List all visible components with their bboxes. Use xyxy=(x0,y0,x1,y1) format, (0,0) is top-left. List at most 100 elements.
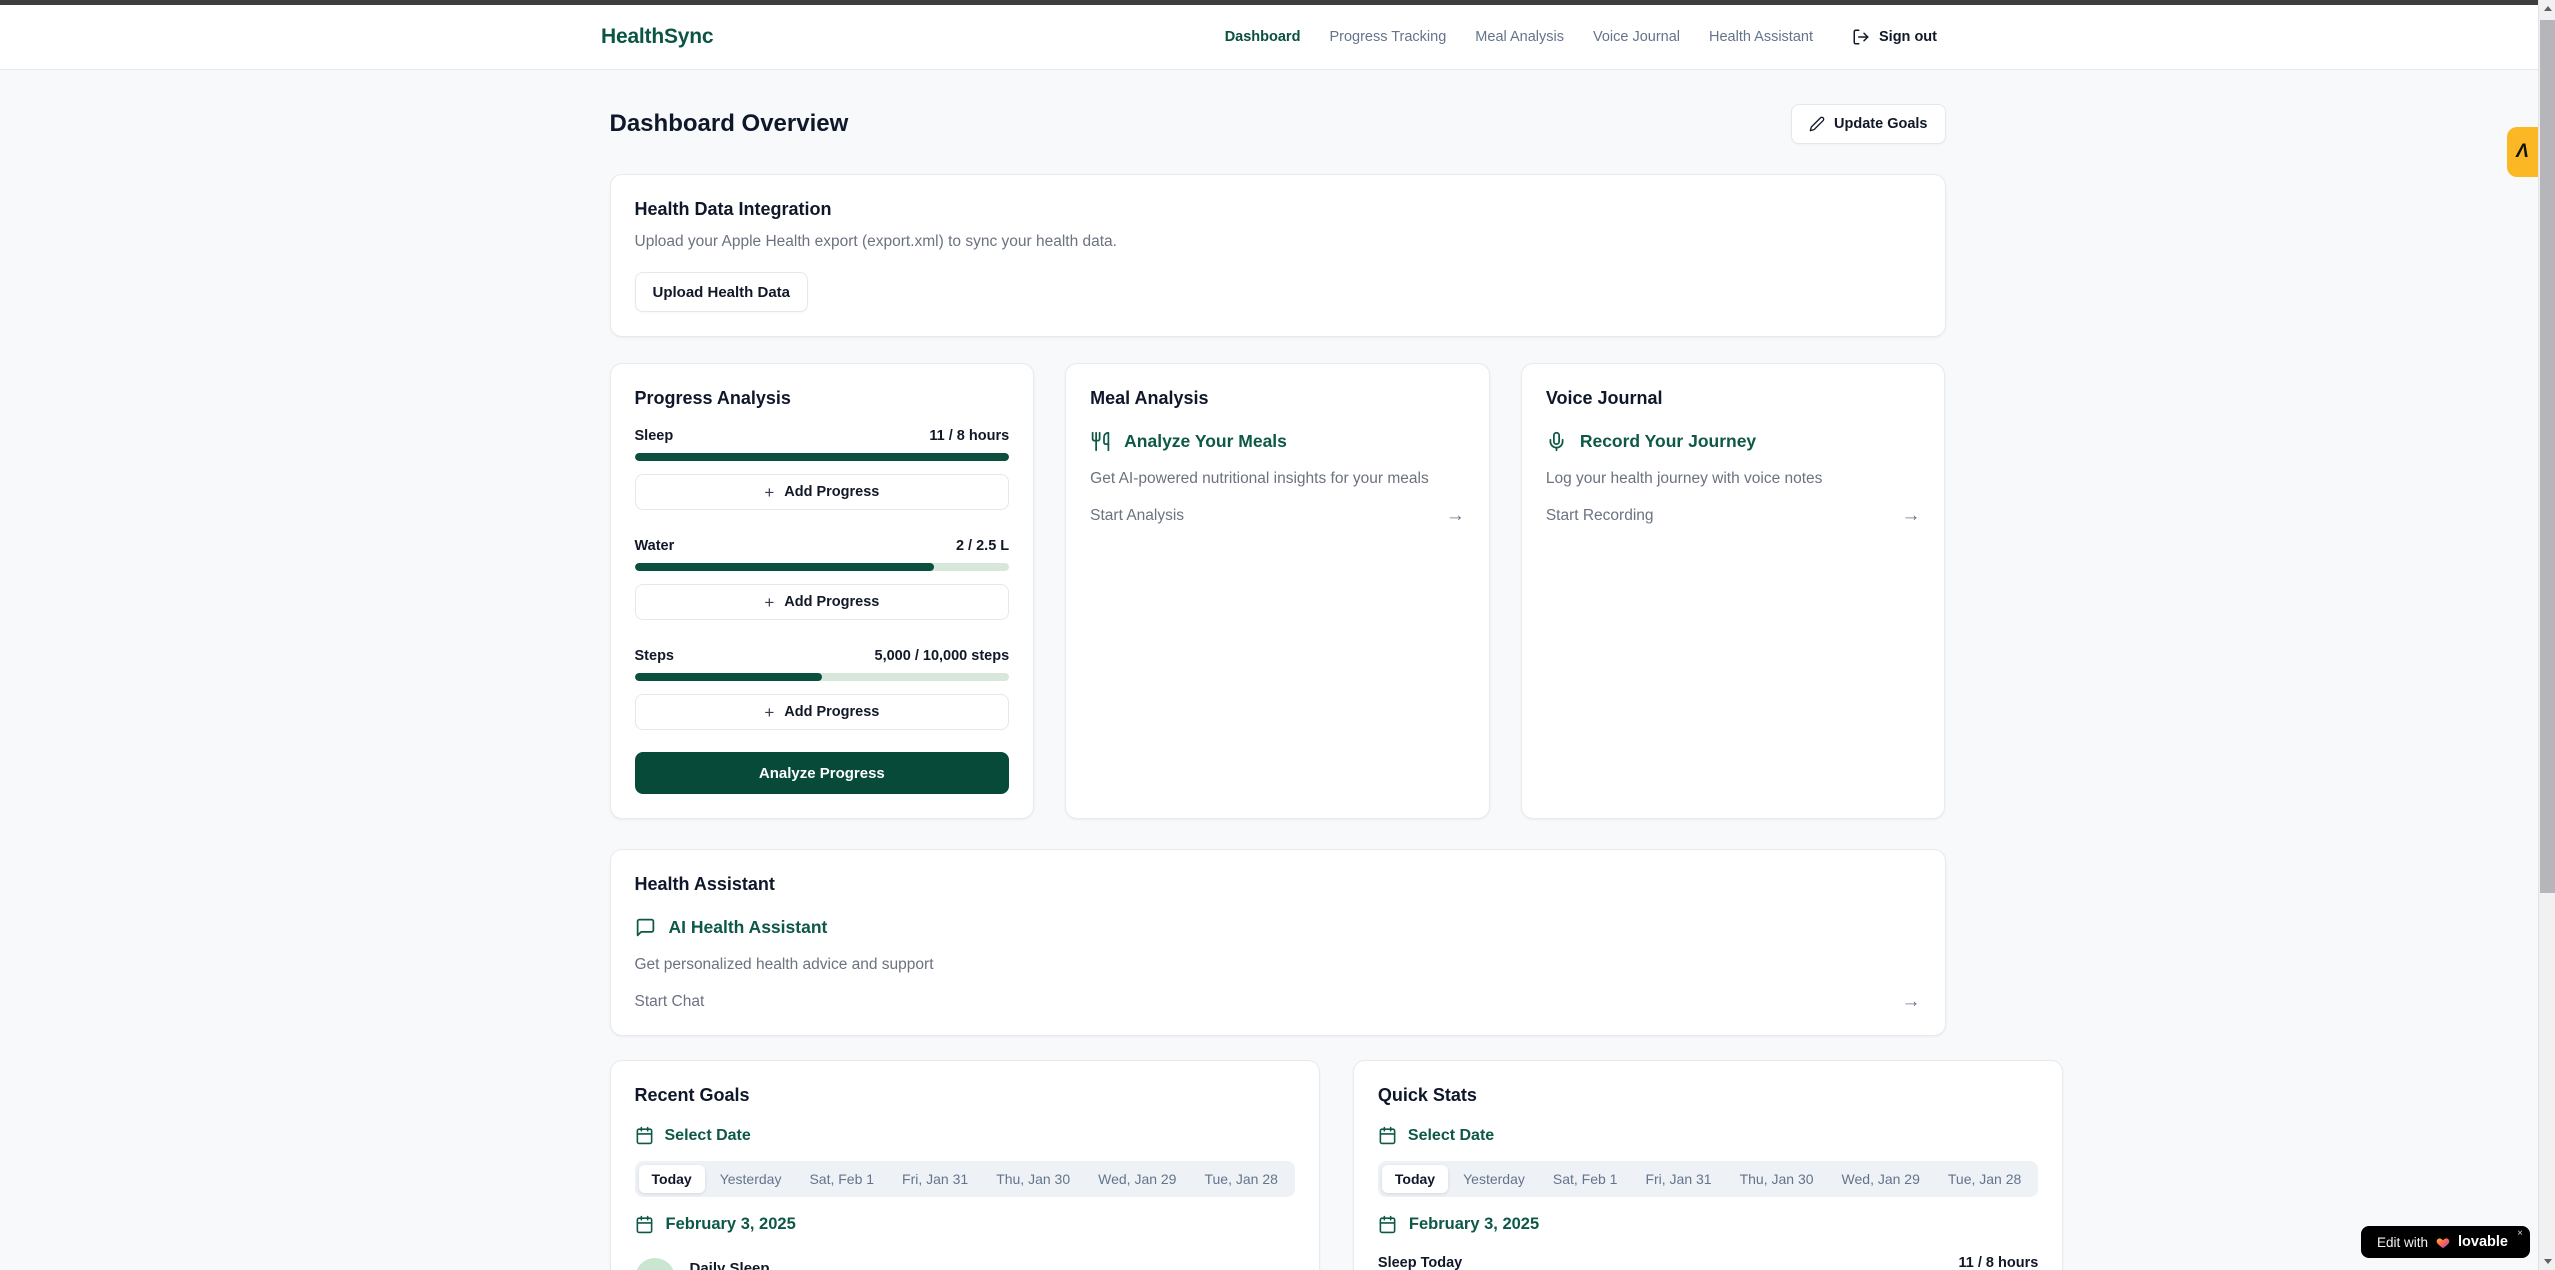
water-progress-fill xyxy=(635,563,935,571)
start-analysis-label: Start Analysis xyxy=(1090,507,1184,525)
voice-journal-card: Voice Journal Record Your Journey Log yo… xyxy=(1521,363,1946,819)
water-add-progress-button[interactable]: + Add Progress xyxy=(635,584,1010,620)
water-value: 2 / 2.5 L xyxy=(956,538,1009,554)
sign-out-button[interactable]: Sign out xyxy=(1852,28,1937,46)
quick-stats-title: Quick Stats xyxy=(1378,1085,2038,1106)
goal-name: Daily Sleep xyxy=(690,1260,770,1270)
tab-fri-jan-31[interactable]: Fri, Jan 31 xyxy=(1632,1165,1724,1193)
sleep-progress-fill xyxy=(635,453,1010,461)
start-chat-action[interactable]: Start Chat → xyxy=(635,992,1921,1011)
nav-health-assistant[interactable]: Health Assistant xyxy=(1709,29,1813,45)
meal-analysis-title: Meal Analysis xyxy=(1090,388,1465,409)
calendar-icon xyxy=(1378,1215,1397,1234)
tab-thu-jan-30[interactable]: Thu, Jan 30 xyxy=(983,1165,1083,1193)
steps-progress-fill xyxy=(635,673,822,681)
update-goals-button[interactable]: Update Goals xyxy=(1791,104,1945,144)
calendar-icon xyxy=(1378,1126,1397,1145)
heart-icon xyxy=(2435,1235,2451,1250)
sleep-add-progress-button[interactable]: + Add Progress xyxy=(635,474,1010,510)
recent-goals-date-tabs: Today Yesterday Sat, Feb 1 Fri, Jan 31 T… xyxy=(635,1161,1295,1197)
nav-voice-journal[interactable]: Voice Journal xyxy=(1593,29,1680,45)
tab-wed-jan-29[interactable]: Wed, Jan 29 xyxy=(1085,1165,1189,1193)
sign-out-label: Sign out xyxy=(1879,29,1937,45)
assistant-description: Get personalized health advice and suppo… xyxy=(635,956,1921,974)
tab-tue-jan-28[interactable]: Tue, Jan 28 xyxy=(1191,1165,1290,1193)
calendar-icon xyxy=(635,1215,654,1234)
arrow-right-icon: → xyxy=(1902,992,1921,1011)
progress-analysis-card: Progress Analysis Sleep 11 / 8 hours + A… xyxy=(610,363,1035,819)
plus-icon: + xyxy=(764,594,774,611)
scrollbar-down-button[interactable] xyxy=(2539,1253,2555,1270)
feedback-side-tab[interactable]: Λ xyxy=(2507,127,2538,177)
steps-add-progress-button[interactable]: + Add Progress xyxy=(635,694,1010,730)
main-content: Dashboard Overview Update Goals Health D… xyxy=(610,0,1946,1270)
upload-health-data-button[interactable]: Upload Health Data xyxy=(635,272,809,312)
water-progress-bar xyxy=(635,563,1010,571)
microphone-icon xyxy=(1546,431,1567,452)
tab-yesterday[interactable]: Yesterday xyxy=(707,1165,795,1193)
sleep-label: Sleep xyxy=(635,428,674,444)
check-circle xyxy=(635,1258,675,1270)
analyze-progress-button[interactable]: Analyze Progress xyxy=(635,752,1010,794)
tab-tue-jan-28[interactable]: Tue, Jan 28 xyxy=(1935,1165,2034,1193)
analyze-your-meals-label: Analyze Your Meals xyxy=(1124,431,1287,452)
progress-analysis-title: Progress Analysis xyxy=(635,388,1010,409)
calendar-icon xyxy=(635,1126,654,1145)
edit-with-lovable-badge[interactable]: Edit with lovable × xyxy=(2361,1226,2530,1258)
chat-bubble-icon xyxy=(635,917,656,938)
lovable-brand-label: lovable xyxy=(2458,1234,2508,1250)
tab-sat-feb-1[interactable]: Sat, Feb 1 xyxy=(1540,1165,1631,1193)
voice-description: Log your health journey with voice notes xyxy=(1546,470,1921,488)
steps-progress-bar xyxy=(635,673,1010,681)
nav-meal-analysis[interactable]: Meal Analysis xyxy=(1475,29,1564,45)
nav-progress-tracking[interactable]: Progress Tracking xyxy=(1329,29,1446,45)
log-out-icon xyxy=(1852,28,1870,46)
plus-icon: + xyxy=(764,704,774,721)
page-title: Dashboard Overview xyxy=(610,110,849,138)
sleep-goal-section: Sleep 11 / 8 hours + Add Progress xyxy=(635,428,1010,510)
up-arrow-icon xyxy=(2544,6,2552,11)
tab-today[interactable]: Today xyxy=(639,1165,705,1193)
start-recording-action[interactable]: Start Recording → xyxy=(1546,506,1921,525)
quick-stats-current-date[interactable]: February 3, 2025 xyxy=(1378,1215,2038,1234)
tab-thu-jan-30[interactable]: Thu, Jan 30 xyxy=(1727,1165,1827,1193)
tab-sat-feb-1[interactable]: Sat, Feb 1 xyxy=(796,1165,887,1193)
select-date-label: Select Date xyxy=(1408,1127,1494,1145)
current-date-label: February 3, 2025 xyxy=(666,1215,796,1234)
tab-fri-jan-31[interactable]: Fri, Jan 31 xyxy=(889,1165,981,1193)
analyze-your-meals-link[interactable]: Analyze Your Meals xyxy=(1090,431,1465,452)
water-goal-section: Water 2 / 2.5 L + Add Progress xyxy=(635,538,1010,620)
sleep-today-label: Sleep Today xyxy=(1378,1255,1462,1270)
scrollbar-up-button[interactable] xyxy=(2539,0,2555,17)
integration-description: Upload your Apple Health export (export.… xyxy=(635,233,1921,251)
vertical-scrollbar[interactable] xyxy=(2538,0,2555,1270)
start-chat-label: Start Chat xyxy=(635,993,705,1011)
recent-goals-card: Recent Goals Select Date Today Yesterday… xyxy=(610,1060,1320,1270)
sleep-progress-bar xyxy=(635,453,1010,461)
add-progress-label: Add Progress xyxy=(784,704,879,720)
close-icon[interactable]: × xyxy=(2517,1229,2523,1239)
steps-label: Steps xyxy=(635,648,675,664)
tab-wed-jan-29[interactable]: Wed, Jan 29 xyxy=(1829,1165,1933,1193)
ai-health-assistant-link[interactable]: AI Health Assistant xyxy=(635,917,1921,938)
voice-journal-title: Voice Journal xyxy=(1546,388,1921,409)
start-analysis-action[interactable]: Start Analysis → xyxy=(1090,506,1465,525)
tab-yesterday[interactable]: Yesterday xyxy=(1450,1165,1538,1193)
record-your-journey-link[interactable]: Record Your Journey xyxy=(1546,431,1921,452)
edit-with-label: Edit with xyxy=(2377,1235,2428,1250)
meal-analysis-card: Meal Analysis Analyze Your Meals Get AI-… xyxy=(1065,363,1490,819)
update-goals-label: Update Goals xyxy=(1834,116,1927,132)
tab-today[interactable]: Today xyxy=(1382,1165,1448,1193)
nav-dashboard[interactable]: Dashboard xyxy=(1225,29,1301,45)
add-progress-label: Add Progress xyxy=(784,594,879,610)
scrollbar-thumb[interactable] xyxy=(2540,20,2555,893)
recent-goals-current-date[interactable]: February 3, 2025 xyxy=(635,1215,1295,1234)
recent-goals-title: Recent Goals xyxy=(635,1085,1295,1106)
recent-goals-select-date[interactable]: Select Date xyxy=(635,1126,1295,1145)
quick-stats-select-date[interactable]: Select Date xyxy=(1378,1126,2038,1145)
quick-stats-date-tabs: Today Yesterday Sat, Feb 1 Fri, Jan 31 T… xyxy=(1378,1161,2038,1197)
arrow-right-icon: → xyxy=(1901,506,1920,525)
steps-value: 5,000 / 10,000 steps xyxy=(875,648,1010,664)
app-logo[interactable]: HealthSync xyxy=(601,25,713,49)
app-header: HealthSync Dashboard Progress Tracking M… xyxy=(0,5,2538,70)
